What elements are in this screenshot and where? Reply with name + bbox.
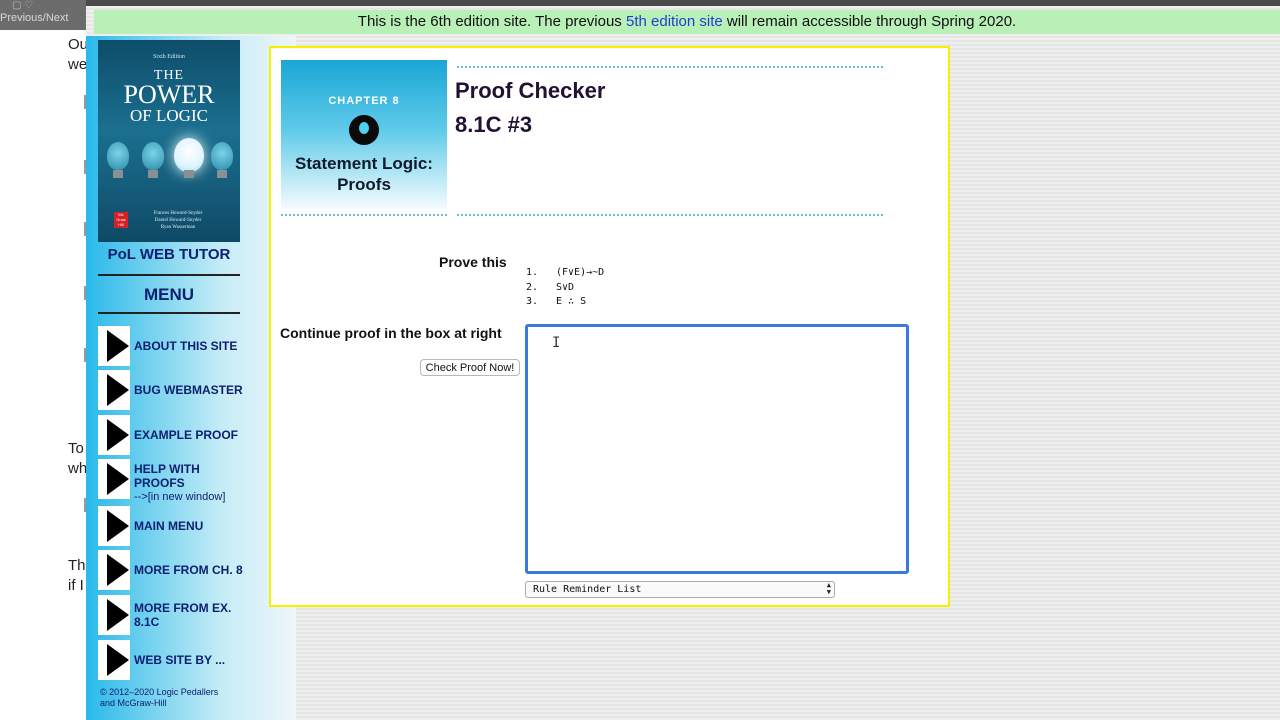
light-bulbs-illustration [98, 132, 240, 202]
background-text-fragment: if I [68, 577, 84, 594]
fifth-edition-link[interactable]: 5th edition site [626, 13, 723, 30]
sidebar: Sixth Edition THE POWER OF LOGIC Mc Graw… [86, 36, 296, 720]
sidebar-divider [98, 274, 240, 276]
cover-edition: Sixth Edition [153, 54, 185, 60]
check-proof-button[interactable]: Check Proof Now! [420, 359, 520, 376]
bulb-base [148, 170, 158, 178]
background-text-fragment: wh [68, 460, 86, 477]
page-title: Proof Checker [455, 78, 606, 103]
menu-item-more-ex[interactable]: MORE FROM EX. 8.1C [98, 595, 248, 635]
menu-item-label: WEB SITE BY ... [134, 653, 226, 667]
bulb-base [184, 170, 194, 178]
text-cursor-icon: I [552, 335, 561, 351]
premises-list: 1. (F∨E)→~D 2. S∨D 3. E ∴ S [526, 266, 604, 310]
arrow-icon [98, 550, 130, 590]
previous-next-label[interactable]: Previous/Next [0, 12, 68, 24]
bulb-icon [211, 142, 233, 170]
menu-item-label: ABOUT THIS SITE [134, 339, 238, 353]
menu-item-help-with-proofs[interactable]: HELP WITH PROOFS -->[in new window] [98, 459, 248, 503]
book-cover[interactable]: Sixth Edition THE POWER OF LOGIC Mc Graw… [98, 40, 240, 242]
background-text-fragment: To [68, 440, 84, 457]
menu-item-about[interactable]: ABOUT THIS SITE [98, 326, 248, 366]
bulb-base [113, 170, 123, 178]
chapter-number: CHAPTER 8 [328, 95, 400, 107]
background-text-fragment: Th [68, 557, 86, 574]
background-toolbar: ▢ ♡ Previous/Next [0, 0, 86, 30]
bulb-icon [107, 142, 129, 170]
lit-bulb-icon [174, 138, 204, 172]
banner-text-after: will remain accessible through Spring 20… [722, 13, 1017, 30]
chapter-title: Statement Logic: Proofs [295, 154, 433, 194]
cover-author: Frances Howard-Snyder [153, 211, 203, 216]
lightbulb-icon [349, 115, 379, 145]
rule-reminder-select[interactable]: Rule Reminder List ▲ ▼ [525, 581, 835, 598]
edition-banner: This is the 6th edition site. The previo… [94, 10, 1280, 34]
menu-item-web-site-by[interactable]: WEB SITE BY ... [98, 640, 248, 680]
copyright: © 2012–2020 Logic Pedallers and McGraw-H… [100, 687, 219, 708]
window-top-bar [86, 0, 1280, 6]
menu-item-sublabel: -->[in new window] [134, 491, 226, 503]
banner-text-before: This is the 6th edition site. The previo… [357, 13, 626, 30]
dotted-divider [281, 214, 447, 216]
background-text-fragment: we [68, 56, 86, 73]
menu-item-label: MORE FROM EX. 8.1C [134, 601, 232, 629]
continue-proof-label: Continue proof in the box at right [280, 325, 502, 341]
menu-item-label: EXAMPLE PROOF [134, 428, 239, 442]
menu-item-label: MAIN MENU [134, 519, 204, 533]
cover-title-power: POWER [123, 80, 215, 109]
menu-title: MENU [143, 285, 195, 304]
arrow-icon [98, 459, 130, 499]
menu-item-main-menu[interactable]: MAIN MENU [98, 506, 248, 546]
arrow-icon [98, 506, 130, 546]
premise-line: 2. S∨D [526, 281, 575, 293]
proof-checker-panel: CHAPTER 8 Statement Logic: Proofs Proof … [269, 46, 950, 607]
background-window: ▢ ♡ Previous/Next Ou we To wh Th if I [0, 0, 86, 720]
menu-item-label: MORE FROM CH. 8 [134, 563, 243, 577]
menu-item-bug-webmaster[interactable]: BUG WEBMASTER [98, 370, 248, 410]
rule-select-value: Rule Reminder List [533, 584, 642, 595]
menu-item-label: HELP WITH PROOFS -->[in new window] [134, 462, 246, 503]
premise-line: 3. E ∴ S [526, 296, 587, 307]
chapter-banner: CHAPTER 8 Statement Logic: Proofs [281, 60, 447, 214]
menu-item-label: BUG WEBMASTER [134, 383, 243, 397]
select-arrows-icon: ▲ ▼ [826, 581, 831, 596]
arrow-icon [98, 326, 130, 366]
web-tutor-label: PoL WEB TUTOR [107, 246, 231, 263]
menu-item-more-ch8[interactable]: MORE FROM CH. 8 [98, 550, 248, 590]
cover-author: Daniel Howard-Snyder [154, 218, 202, 223]
bulb-icon [142, 142, 164, 170]
arrow-icon [98, 370, 130, 410]
dotted-divider [457, 214, 883, 216]
cover-author: Ryan Wasserman [160, 225, 196, 230]
sidebar-divider [98, 312, 240, 314]
cover-authors: Frances Howard-Snyder Daniel Howard-Snyd… [120, 210, 236, 231]
toolbar-icons: ▢ ♡ [12, 0, 34, 11]
arrow-icon [98, 415, 130, 455]
proof-input[interactable] [525, 324, 909, 574]
dotted-divider [457, 66, 883, 68]
menu-item-example-proof[interactable]: EXAMPLE PROOF [98, 415, 248, 455]
premise-line: 1. (F∨E)→~D [526, 267, 605, 278]
prove-this-label: Prove this [439, 254, 507, 270]
cover-title-logic: OF LOGIC [130, 106, 208, 125]
browser-page: This is the 6th edition site. The previo… [86, 0, 1280, 720]
bulb-base [217, 170, 227, 178]
exercise-number: 8.1C #3 [455, 112, 533, 137]
arrow-icon [98, 640, 130, 680]
arrow-icon [98, 595, 130, 635]
background-text-fragment: Ou [68, 36, 86, 53]
